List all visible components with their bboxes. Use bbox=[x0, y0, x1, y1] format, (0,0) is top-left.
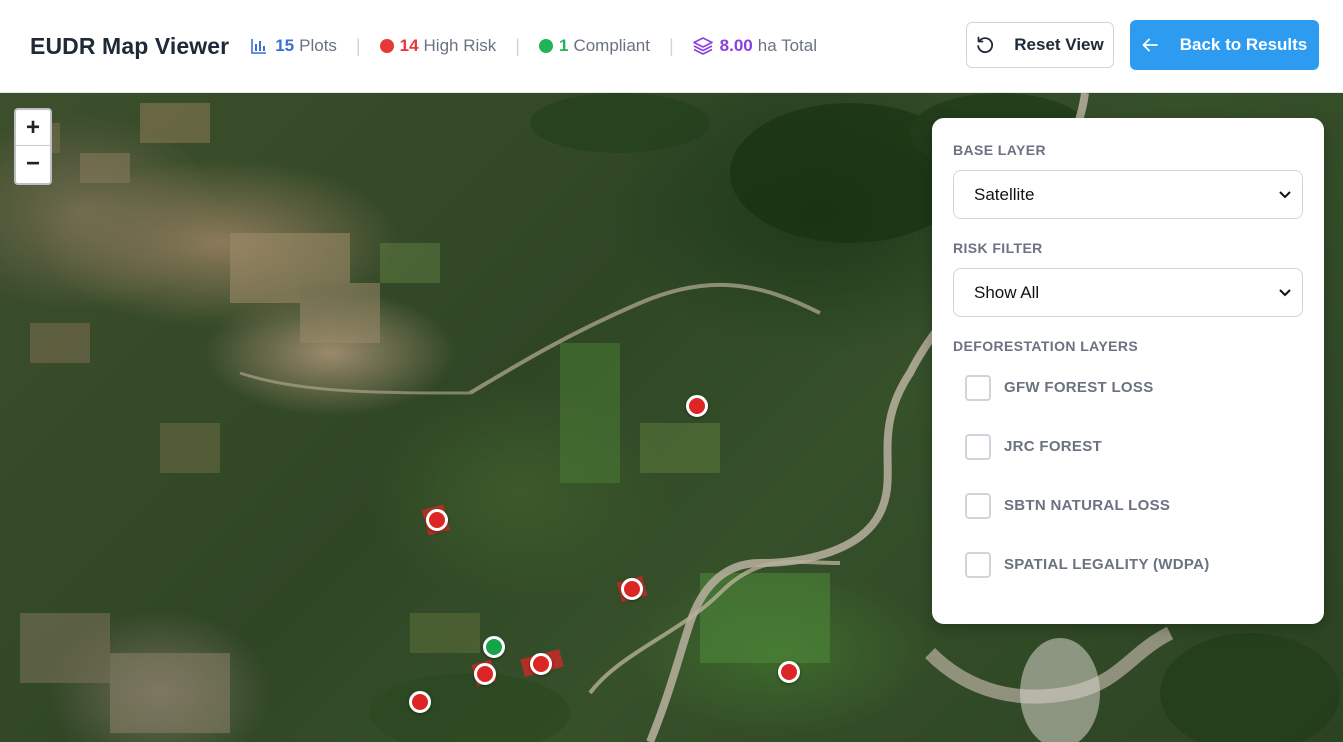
sbtn-label: SBTN NATURAL LOSS bbox=[1004, 497, 1171, 514]
back-to-results-label: Back to Results bbox=[1179, 35, 1308, 54]
separator: | bbox=[355, 35, 361, 56]
risk-filter-label: RISK FILTER bbox=[953, 240, 1043, 256]
app-header: EUDR Map Viewer 15 Plots | 14 High Risk … bbox=[0, 0, 1343, 93]
plot-marker-high-risk[interactable] bbox=[686, 395, 708, 417]
high-risk-label: High Risk bbox=[423, 36, 497, 55]
separator: | bbox=[515, 35, 520, 56]
plot-marker-high-risk[interactable] bbox=[621, 578, 643, 600]
wdpa-checkbox[interactable] bbox=[965, 551, 991, 578]
stat-compliant: 1 Compliant bbox=[538, 36, 650, 56]
base-layer-value: Satellite bbox=[974, 184, 1035, 204]
gfw-label: GFW FOREST LOSS bbox=[1004, 379, 1154, 396]
base-layer-label: BASE LAYER bbox=[953, 142, 1046, 158]
compliant-dot-icon bbox=[538, 39, 553, 53]
layer-toggle-gfw[interactable]: GFW FOREST LOSS bbox=[953, 358, 1303, 417]
layer-toggle-jrc[interactable]: JRC FOREST bbox=[953, 417, 1303, 476]
deforestation-layers-label: DEFORESTATION LAYERS bbox=[953, 338, 1139, 354]
compliant-label: Compliant bbox=[573, 36, 650, 55]
layer-toggle-wdpa[interactable]: SPATIAL LEGALITY (WDPA) bbox=[953, 535, 1303, 594]
arrow-left-icon bbox=[1142, 38, 1168, 52]
plot-marker-high-risk[interactable] bbox=[409, 691, 431, 713]
jrc-label: JRC FOREST bbox=[1004, 438, 1103, 455]
chevron-down-icon bbox=[1279, 190, 1291, 199]
bar-chart-icon bbox=[251, 38, 267, 54]
zoom-out-button[interactable]: − bbox=[16, 146, 50, 182]
zoom-in-button[interactable]: + bbox=[16, 110, 50, 146]
stat-area: 8.00 ha Total bbox=[692, 36, 817, 56]
risk-filter-value: Show All bbox=[974, 282, 1040, 302]
zoom-control: + − bbox=[14, 108, 52, 185]
wdpa-label: SPATIAL LEGALITY (WDPA) bbox=[1004, 556, 1210, 573]
reset-view-button[interactable]: Reset View bbox=[966, 22, 1114, 68]
plot-marker-high-risk[interactable] bbox=[778, 661, 800, 683]
layers-icon bbox=[692, 37, 713, 55]
compliant-count: 1 bbox=[558, 36, 569, 55]
plot-marker-high-risk[interactable] bbox=[474, 663, 496, 685]
chevron-down-icon bbox=[1279, 288, 1291, 297]
reset-icon bbox=[976, 36, 1004, 54]
plots-count: 15 bbox=[275, 36, 295, 55]
header-actions: Reset View Back to Results bbox=[966, 20, 1319, 70]
back-to-results-button[interactable]: Back to Results bbox=[1130, 20, 1319, 70]
plot-marker-compliant[interactable] bbox=[483, 636, 505, 658]
plot-marker-high-risk[interactable] bbox=[530, 653, 552, 675]
sbtn-checkbox[interactable] bbox=[965, 492, 991, 519]
risk-filter-select[interactable]: Show All bbox=[953, 268, 1303, 317]
jrc-checkbox[interactable] bbox=[965, 433, 991, 460]
stat-high-risk: 14 High Risk bbox=[379, 36, 497, 56]
area-label: ha Total bbox=[757, 36, 817, 55]
layer-control-panel: BASE LAYER Satellite RISK FILTER Show Al… bbox=[932, 118, 1324, 624]
reset-view-label: Reset View bbox=[1014, 35, 1104, 54]
high-risk-dot-icon bbox=[379, 39, 394, 53]
gfw-checkbox[interactable] bbox=[965, 374, 991, 401]
plots-label: Plots bbox=[299, 36, 337, 55]
stats-bar: 15 Plots | 14 High Risk | 1 Compliant | … bbox=[251, 36, 817, 57]
plot-marker-high-risk[interactable] bbox=[426, 509, 448, 531]
stat-plots: 15 Plots bbox=[251, 36, 337, 56]
area-value: 8.00 bbox=[719, 36, 753, 55]
separator: | bbox=[668, 35, 674, 56]
layer-toggle-sbtn[interactable]: SBTN NATURAL LOSS bbox=[953, 476, 1303, 535]
high-risk-count: 14 bbox=[399, 36, 419, 55]
page-title: EUDR Map Viewer bbox=[30, 32, 230, 59]
base-layer-select[interactable]: Satellite bbox=[953, 170, 1303, 219]
